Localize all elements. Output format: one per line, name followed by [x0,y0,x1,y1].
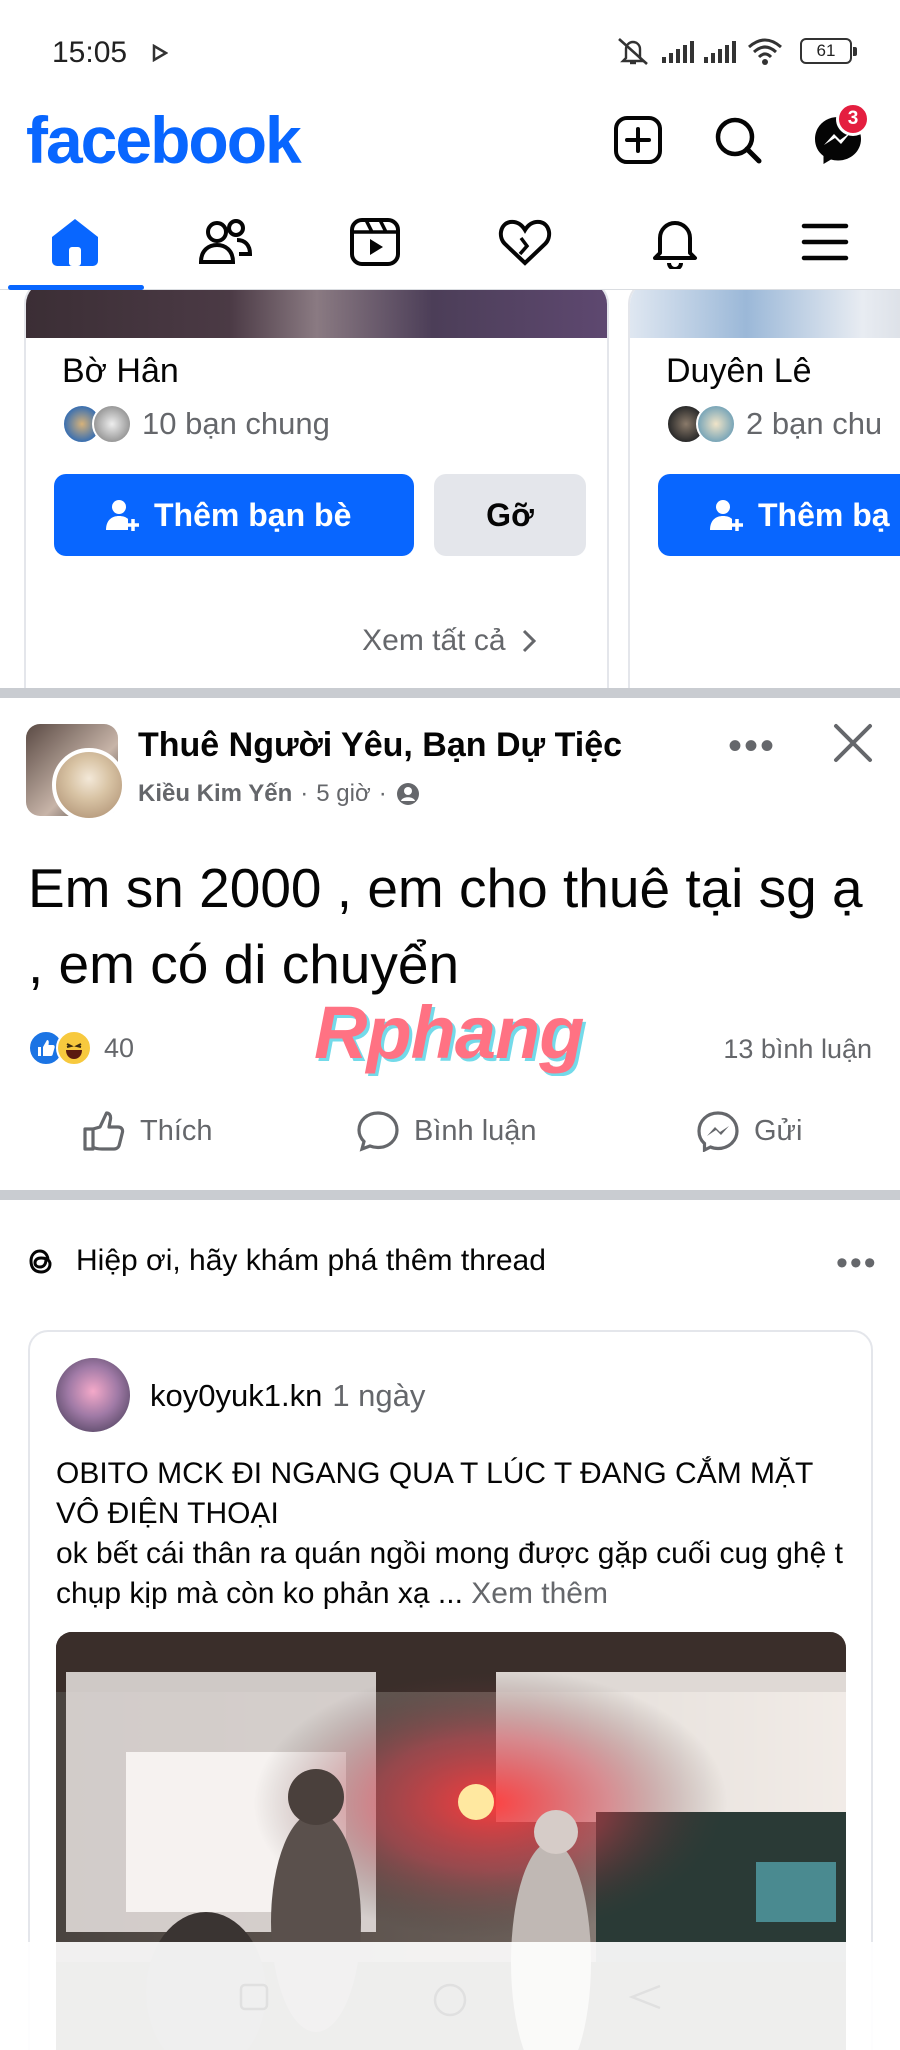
tab-friends[interactable] [180,207,270,277]
home-icon [52,219,98,266]
threads-header: Hiệp ơi, hãy khám phá thêm thread [26,1244,546,1278]
profile-photo [26,290,607,338]
thumbs-up-icon [83,1111,125,1151]
mutual-count: 10 bạn chung [142,406,330,441]
post-time[interactable]: 5 giờ [316,780,370,808]
tab-notifications[interactable] [630,207,720,277]
remove-button[interactable]: Gỡ [434,474,586,556]
add-friend-label: Thêm bạn bè [154,496,352,533]
like-label: Thích [140,1114,213,1147]
section-divider [0,688,900,698]
send-label: Gửi [754,1114,803,1147]
profile-photo [630,290,900,338]
video-icon [350,218,400,266]
search-icon [715,117,762,164]
post-meta: Kiều Kim Yến · 5 giờ · [138,780,421,808]
threads-title: Hiệp ơi, hãy khám phá thêm thread [76,1244,546,1277]
like-button[interactable]: Thích [82,1110,213,1152]
heart-icon [498,219,552,266]
messenger-button[interactable]: 3 [808,102,870,170]
comment-label: Bình luận [414,1114,537,1147]
plus-square-icon [614,116,662,164]
status-icons: 61 [614,36,857,66]
mutual-count: 2 bạn chu [746,406,883,441]
app-header: facebook 3 [0,100,900,190]
thread-line-2: ok bết cái thân ra quán ngồi mong được g… [56,1534,856,1614]
author-name[interactable]: Kiều Kim Yến [138,780,292,808]
mutual-avatar [92,404,132,444]
back-icon[interactable] [628,1982,664,2012]
add-friend-button[interactable]: Thêm bạ [658,474,900,556]
main-nav-tabs [0,195,900,290]
threads-suggestion-section: Hiệp ơi, hãy khám phá thêm thread ••• ko… [0,1200,900,2050]
signal-icon-2 [704,39,736,63]
add-friend-label: Thêm bạ [758,496,890,533]
see-all-link[interactable]: Xem tất cả [0,624,900,658]
wifi-icon [748,38,782,65]
system-navigation-bar [0,1942,900,2050]
tab-dating[interactable] [480,207,570,277]
home-button-icon[interactable] [428,1982,472,2018]
hamburger-menu-icon [801,223,849,261]
comment-button[interactable]: Bình luận [356,1110,537,1152]
tab-home[interactable] [30,207,120,277]
audience-group-icon [396,783,419,805]
thread-author: koy0yuk1.kn 1 ngày [150,1378,425,1414]
recent-apps-icon[interactable] [238,1982,270,2012]
people-you-may-know: Bờ Hân 10 bạn chung Thêm bạn bè Gỡ Duyên… [0,290,900,690]
haha-reaction-icon [56,1030,92,1066]
search-button[interactable] [708,110,768,170]
messenger-send-icon [697,1111,739,1152]
group-name[interactable]: Thuê Người Yêu, Bạn Dự Tiệc [138,726,622,765]
messenger-badge: 3 [836,102,870,136]
thread-line-1: OBITO MCK ĐI NGANG QUA T LÚC T ĐANG CẮM … [56,1457,813,1530]
play-indicator-icon [152,44,168,62]
meta-separator: · [300,780,309,807]
add-friend-button[interactable]: Thêm bạn bè [54,474,414,556]
watermark-logo: Rphang [314,991,584,1074]
signal-icon [662,39,694,63]
threads-logo-icon [29,1249,52,1274]
chevron-right-icon [522,629,536,653]
thread-line-2-text: ok bết cái thân ra quán ngồi mong được g… [56,1537,843,1610]
more-options-button[interactable]: ••• [836,1244,878,1283]
status-bar: 15:05 61 [0,0,900,105]
suggestion-name[interactable]: Bờ Hân [62,352,179,391]
section-divider [0,1190,900,1200]
status-time: 15:05 [52,36,128,69]
mutual-avatar [696,404,736,444]
feed-post: Thuê Người Yêu, Bạn Dự Tiệc Kiều Kim Yến… [0,700,900,1185]
tab-menu[interactable] [780,207,870,277]
close-icon [834,724,872,762]
thread-author-avatar[interactable] [56,1358,130,1432]
mute-icon [618,38,648,65]
create-post-button[interactable] [608,110,668,170]
see-more-link[interactable]: Xem thêm [471,1577,608,1610]
see-all-label: Xem tất cả [362,624,506,657]
facebook-logo[interactable]: facebook [26,102,302,178]
hide-post-button[interactable] [830,720,876,771]
friends-icon [198,219,253,264]
author-avatar[interactable] [52,748,126,822]
thread-username[interactable]: koy0yuk1.kn [150,1378,322,1413]
send-button[interactable]: Gửi [696,1110,802,1152]
battery-icon: 61 [800,38,857,64]
mutual-friends[interactable]: 2 bạn chu [666,404,882,444]
bell-icon [653,221,697,269]
reactions-summary[interactable]: 40 [28,1030,134,1066]
thread-time: 1 ngày [332,1378,426,1413]
post-actions: Thích Bình luận Gửi [0,1110,900,1170]
thread-body: OBITO MCK ĐI NGANG QUA T LÚC T ĐANG CẮM … [56,1454,856,1614]
mutual-friends[interactable]: 10 bạn chung [62,404,330,444]
more-options-button[interactable]: ••• [728,724,776,769]
add-person-icon [710,500,743,531]
meta-separator: · [378,780,387,807]
tab-video[interactable] [330,207,420,277]
suggestion-name[interactable]: Duyên Lê [666,352,812,391]
reaction-count: 40 [104,1032,135,1063]
post-body: Em sn 2000 , em cho thuê tại sg ạ , em c… [28,857,863,995]
add-person-icon [106,500,139,531]
comment-count[interactable]: 13 bình luận [723,1034,872,1065]
comment-bubble-icon [357,1111,399,1152]
